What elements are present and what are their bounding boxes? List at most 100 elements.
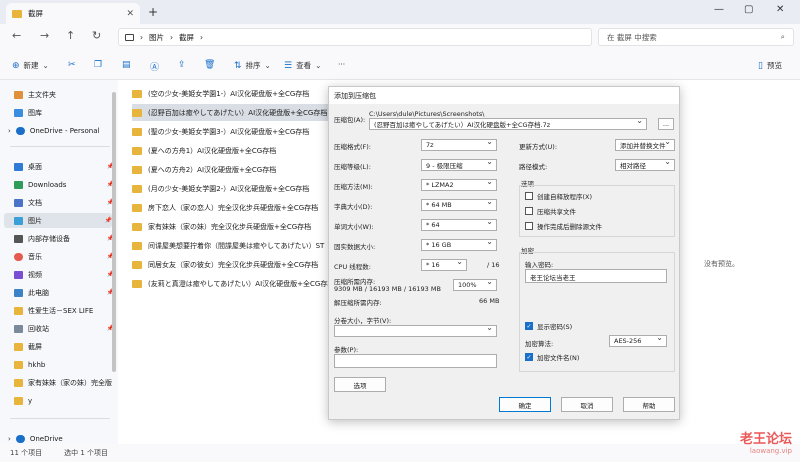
view-label: 查看 [296, 61, 312, 70]
archive-name-combo[interactable]: (忍野百加は癒やしてあげたい）AI汉化硬盘版+全CG存档.7z [369, 118, 647, 130]
encryption-method-select[interactable]: AES-256 [609, 335, 667, 347]
up-icon[interactable]: ↑ [66, 29, 75, 42]
file-row-selected[interactable]: (忍野百加は癒やしてあげたい）AI汉化硬盘版+全CG存档 [132, 104, 332, 121]
delete-button[interactable]: 🗑 [204, 60, 215, 70]
back-icon[interactable]: ← [12, 29, 21, 42]
file-row[interactable]: 同居女友（家の彼女）完全汉化步兵硬盘版+全CG存档 [132, 256, 332, 273]
cloud-icon [15, 434, 25, 443]
sidebar-item-documents[interactable]: 文档 📌 [14, 195, 114, 210]
sidebar-item-gallery[interactable]: 图库 [14, 105, 114, 120]
trash-icon: 🗑 [204, 60, 216, 70]
sidebar-item-hkhb[interactable]: hkhb [14, 357, 114, 372]
encrypt-names-checkbox[interactable]: ✓ 加密文件名(N) [525, 352, 579, 362]
preview-pane-button[interactable]: ▯ 预览 [758, 60, 782, 71]
help-button[interactable]: 帮助 [623, 397, 675, 412]
paste-button[interactable]: ▤ [122, 60, 131, 70]
sidebar-item-y[interactable]: y [14, 393, 114, 408]
forward-icon[interactable]: → [40, 29, 49, 42]
sidebar-item-pictures[interactable]: 图片 📌 [4, 213, 112, 228]
sidebar-item-label: 视频 [28, 270, 42, 279]
file-row[interactable]: (夏への方舟1）AI汉化硬盘版+全CG存档 [132, 142, 332, 159]
dictionary-select[interactable]: * 64 MB [421, 199, 497, 211]
browse-button[interactable]: ... [658, 118, 674, 130]
file-row[interactable]: (夏への方舟2）AI汉化硬盘版+全CG存档 [132, 161, 332, 178]
file-name: (友莉と真澄は癒やしてあげたい）AI汉化硬盘版+全CG存档 [148, 279, 332, 288]
copy-button[interactable]: ❐ [94, 60, 102, 70]
minimize-button[interactable]: — [714, 4, 724, 15]
word-size-label: 单词大小(W): [334, 223, 374, 231]
search-input[interactable]: 在 截屏 中搜索 ⌕ [598, 28, 794, 46]
sidebar-item-this-pc[interactable]: 此电脑 📌 [14, 285, 114, 300]
view-button[interactable]: ☰ 查看 ⌄ [284, 60, 321, 71]
sidebar-item-onedrive-personal[interactable]: › OneDrive - Personal [8, 123, 108, 138]
more-button[interactable]: ··· [338, 60, 345, 69]
rename-icon: Ⓐ [150, 63, 160, 73]
sidebar-item-label: 音乐 [28, 252, 42, 261]
word-size-select[interactable]: * 64 [421, 219, 497, 231]
params-input[interactable] [334, 354, 497, 368]
file-row[interactable]: (友莉と真澄は癒やしてあげたい）AI汉化硬盘版+全CG存档 [132, 275, 332, 292]
file-row[interactable]: (聖の少女-美姫女学園3-）AI汉化硬盘版+全CG存档 [132, 123, 332, 140]
method-select[interactable]: * LZMA2 [421, 179, 497, 191]
breadcrumb-screenshots[interactable]: 截屏 [179, 32, 194, 43]
share-icon: ⇪ [178, 60, 186, 70]
show-password-checkbox[interactable]: ✓ 显示密码(S) [525, 321, 572, 331]
sidebar-item-desktop[interactable]: 桌面 📌 [14, 159, 114, 174]
solid-size-select[interactable]: * 16 GB [421, 239, 497, 251]
item-count: 11 个项目 [10, 449, 43, 457]
new-button[interactable]: ⊕ 新建 ⌄ [12, 60, 49, 71]
cancel-button[interactable]: 取消 [561, 397, 613, 412]
update-mode-select[interactable]: 添加并替换文件 [615, 139, 675, 151]
memory-percent-select[interactable]: 100% [453, 279, 497, 291]
format-select[interactable]: 7z [421, 139, 497, 151]
search-placeholder: 在 截屏 中搜索 [607, 32, 657, 42]
file-row[interactable]: 间谍屋美想要拧着你（間諜屋美は癒やしてあげたい）ST [132, 237, 332, 254]
sidebar-item-videos[interactable]: 视频 📌 [14, 267, 114, 282]
level-select[interactable]: 9 - 极限压缩 [421, 159, 497, 171]
sidebar-item-label: 文档 [28, 198, 42, 207]
file-row[interactable]: 家有妹妹（家の妹）完全汉化步兵硬盘版+全CG存档 [132, 218, 332, 235]
breadcrumb-pictures[interactable]: 图片 [149, 32, 164, 43]
sidebar-item-sex-life[interactable]: 性爱生活－SEX LIFE [14, 303, 114, 318]
path-mode-select[interactable]: 相对路径 [615, 159, 675, 171]
options-button[interactable]: 选项 [334, 377, 386, 392]
sidebar-item-music[interactable]: 音乐 📌 [14, 249, 114, 264]
maximize-button[interactable]: ▢ [744, 4, 753, 15]
view-icon: ☰ [284, 60, 293, 71]
paste-icon: ▤ [122, 60, 131, 70]
ok-button[interactable]: 确定 [499, 397, 551, 412]
delete-after-checkbox[interactable]: 操作完成后删除源文件 [525, 221, 602, 231]
encrypt-names-label: 加密文件名(N) [537, 354, 580, 362]
sidebar-item-recycle-bin[interactable]: 回收站 📌 [14, 321, 114, 336]
file-row[interactable]: (月の少女-美姫女学園2-）AI汉化硬盘版+全CG存档 [132, 180, 332, 197]
tab-screenshots[interactable]: 截屏 ✕ [6, 3, 140, 24]
password-input[interactable]: 老王论坛当老王 [525, 269, 667, 283]
share-button[interactable]: ⇪ [178, 60, 186, 70]
tab-close-icon[interactable]: ✕ [126, 9, 134, 19]
file-row[interactable]: (空の少女-美姫女学園1-）AI汉化硬盘版+全CG存档 [132, 85, 332, 102]
rename-button[interactable]: Ⓐ [150, 60, 159, 73]
new-tab-button[interactable]: + [148, 5, 158, 19]
format-value: 7z [426, 141, 434, 149]
cut-icon: ✂ [68, 60, 76, 70]
recycle-bin-icon [14, 324, 23, 333]
sort-button[interactable]: ⇅ 排序 ⌄ [234, 60, 271, 71]
sidebar-item-label: hkhb [28, 360, 46, 369]
sidebar-item-internal-storage[interactable]: 内部存储设备 📌 [14, 231, 114, 246]
cut-button[interactable]: ✂ [68, 60, 76, 70]
pin-icon: 📌 [104, 217, 112, 224]
address-bar[interactable]: › 图片 › 截屏 › [118, 28, 592, 46]
sidebar-item-home[interactable]: 主文件夹 [14, 87, 114, 102]
shared-files-checkbox[interactable]: 压缩共享文件 [525, 206, 576, 216]
sidebar-item-downloads[interactable]: Downloads 📌 [14, 177, 114, 192]
cpu-threads-select[interactable]: * 16 [421, 259, 467, 271]
sidebar-item-family-sister[interactable]: 家有妹妹（家の妹）完全版 [14, 375, 114, 390]
sidebar-item-screenshots[interactable]: 截屏 [14, 339, 114, 354]
file-row[interactable]: 房下恋人（家の恋人）完全汉化步兵硬盘版+全CG存档 [132, 199, 332, 216]
close-button[interactable]: ✕ [776, 4, 784, 15]
refresh-icon[interactable]: ↻ [92, 29, 101, 42]
sfx-checkbox[interactable]: 创建自释放程序(X) [525, 191, 592, 201]
chevron-right-icon: › [8, 126, 11, 135]
sidebar-scrollbar[interactable] [112, 92, 116, 372]
split-size-combo[interactable] [334, 325, 497, 337]
